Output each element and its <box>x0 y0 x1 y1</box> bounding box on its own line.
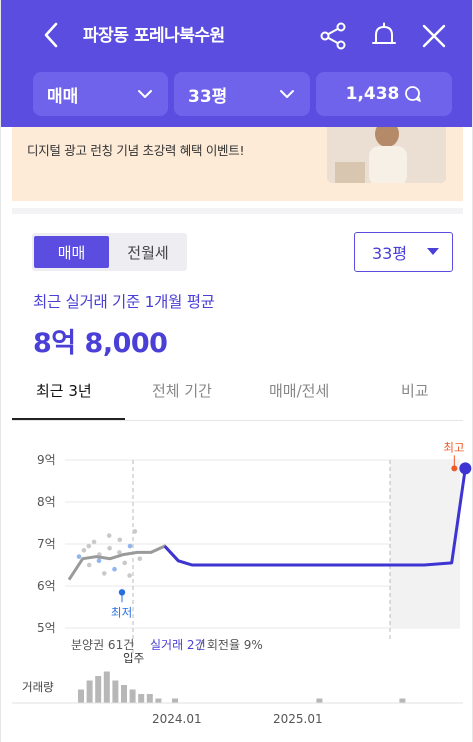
trade-dot <box>122 560 127 566</box>
area-label: 33평 <box>188 86 228 107</box>
low-label: 최저 <box>111 605 132 619</box>
trade-dot <box>86 543 92 549</box>
y-tick-label: 9억 <box>37 453 56 467</box>
trade-dot <box>91 539 97 545</box>
deal-type-select[interactable]: 매매 <box>33 72 168 116</box>
volume-bar <box>103 671 110 703</box>
share-icon[interactable] <box>319 21 349 51</box>
volume-bar <box>316 698 323 703</box>
banner-image <box>327 122 446 183</box>
volume-bar <box>86 680 93 703</box>
volume-bar <box>138 694 145 703</box>
trade-dot <box>137 556 143 561</box>
back-icon[interactable] <box>39 20 67 50</box>
x-tick-label: 2024.01 <box>152 712 202 726</box>
volume-bar <box>121 685 127 703</box>
summary-label: 최근 실거래 기준 1개월 평균 <box>33 293 215 311</box>
chevron-down-icon <box>278 85 296 108</box>
toggle-sale[interactable]: 매매 <box>34 236 109 268</box>
y-tick-label: 6억 <box>37 579 56 593</box>
toggle-rent[interactable]: 전월세 <box>111 236 185 268</box>
high-marker-dot <box>451 465 458 472</box>
talk-button[interactable]: 1,438 <box>316 72 452 116</box>
tab-sale-jeonse[interactable]: 매매/전세 <box>269 380 329 401</box>
size-select[interactable]: 33평 <box>354 232 453 272</box>
bell-icon[interactable] <box>369 21 399 51</box>
y-tick-label: 5억 <box>37 621 56 635</box>
section-divider <box>12 208 463 214</box>
talk-count: 1,438 <box>345 84 400 104</box>
move-in-label: 입주 <box>123 651 144 665</box>
summary-price: 8억 8,000 <box>33 328 168 359</box>
volume-bar <box>155 698 162 703</box>
high-label: 최고 <box>443 440 464 454</box>
price-chart[interactable]: 9억8억7억6억5억 최고최저 분양권 61건 실거래 2건 / 회전율 9% … <box>1 420 473 742</box>
forecast-area <box>390 460 460 628</box>
trade-dot <box>81 548 87 553</box>
volume-bar <box>95 676 102 703</box>
page-title: 파장동 포레나북수원 <box>83 26 225 46</box>
trade-dot <box>106 533 112 538</box>
volume-bar <box>399 698 406 703</box>
trade-dot <box>127 543 133 549</box>
tab-all-period[interactable]: 전체 기간 <box>152 380 212 401</box>
trade-dot <box>112 566 117 572</box>
trade-dot <box>132 529 138 534</box>
volume-bar <box>146 694 153 703</box>
trade-dot <box>127 573 132 578</box>
header-bar: 파장동 포레나북수원 매매 33평 1,438 <box>1 0 472 127</box>
close-icon[interactable] <box>419 21 449 51</box>
tab-recent-3y[interactable]: 최근 3년 <box>36 380 92 401</box>
size-select-value: 33평 <box>372 244 408 263</box>
chat-icon <box>404 85 422 103</box>
trade-dot <box>86 562 92 568</box>
trade-dot <box>96 558 102 564</box>
x-tick-label: 2025.01 <box>273 712 323 726</box>
trade-dot <box>102 571 107 576</box>
tab-compare[interactable]: 비교 <box>401 380 429 401</box>
trade-dot <box>107 545 112 551</box>
legend-presale: 분양권 61건 <box>71 638 134 652</box>
volume-bar <box>78 689 84 703</box>
volume-bar <box>129 689 136 703</box>
volume-bar <box>112 680 119 703</box>
trade-dot <box>117 537 123 543</box>
trade-dot <box>76 554 82 559</box>
deal-type-label: 매매 <box>47 86 79 107</box>
y-tick-label: 7억 <box>37 537 56 551</box>
area-select[interactable]: 33평 <box>174 72 310 116</box>
volume-bar <box>172 698 178 703</box>
volume-label: 거래량 <box>22 680 54 694</box>
legend-trades: 실거래 2건 <box>150 638 206 652</box>
banner-text: 디지털 광고 런칭 기념 초강력 혜택 이벤트! <box>27 143 245 158</box>
app-frame: 파장동 포레나북수원 매매 33평 1,438 디지털 광고 런칭 기념 초강력… <box>0 0 473 742</box>
y-tick-label: 8억 <box>37 495 56 509</box>
chevron-down-icon <box>136 85 154 108</box>
legend-turnover: / 회전율 9% <box>199 638 263 652</box>
latest-point[interactable] <box>459 462 472 475</box>
caret-down-icon <box>427 248 439 255</box>
